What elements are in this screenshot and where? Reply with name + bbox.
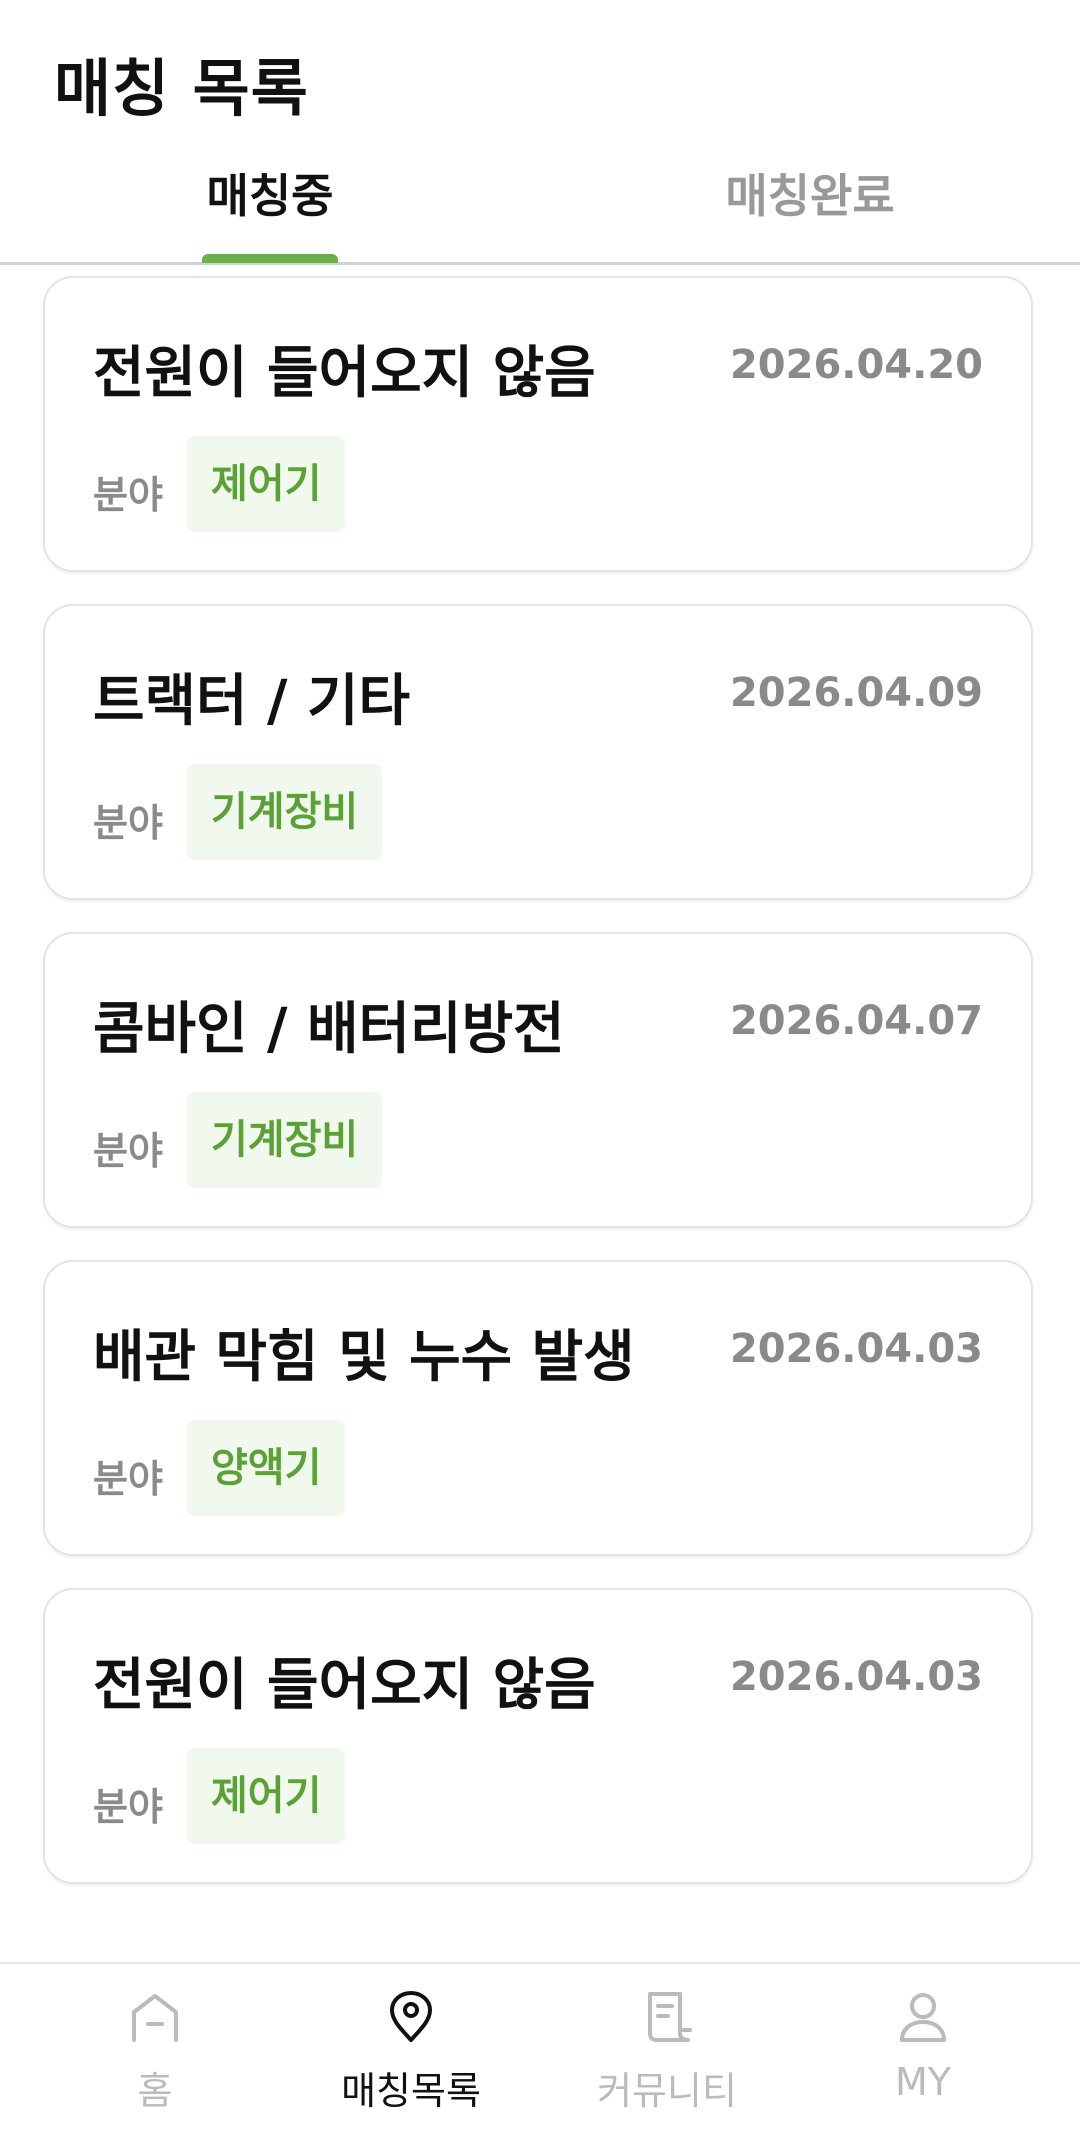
field-label: 분야 xyxy=(93,1457,163,1501)
matching-list: 전원이 들어오지 않음 2026.04.20 분야 제어기 트랙터 / 기타 2… xyxy=(43,276,1037,1916)
card-title: 콤바인 / 배터리방전 xyxy=(93,997,565,1062)
page-title: 매칭 목록 xyxy=(54,52,309,125)
matching-card[interactable]: 전원이 들어오지 않음 2026.04.03 분야 제어기 xyxy=(43,1588,1033,1884)
matching-card[interactable]: 배관 막힘 및 누수 발생 2026.04.03 분야 양액기 xyxy=(43,1260,1033,1556)
field-label: 분야 xyxy=(93,1785,163,1829)
location-pin-icon xyxy=(390,1991,432,2042)
nav-item-home[interactable]: 홈 xyxy=(20,1964,290,2132)
home-icon xyxy=(132,1994,178,2042)
card-title: 전원이 들어오지 않음 xyxy=(93,341,596,406)
nav-item-my[interactable]: MY xyxy=(788,1964,1058,2132)
tab-matching[interactable]: 매칭중 xyxy=(175,160,365,226)
nav-label: 홈 xyxy=(137,2069,173,2113)
field-badge: 기계장비 xyxy=(187,764,383,860)
field-label: 분야 xyxy=(93,801,163,845)
document-icon xyxy=(648,1992,692,2042)
field-badge: 제어기 xyxy=(187,1748,346,1844)
card-title: 배관 막힘 및 누수 발생 xyxy=(93,1325,635,1390)
nav-item-matching-list[interactable]: 매칭목록 xyxy=(276,1964,546,2132)
card-date: 2026.04.07 xyxy=(729,998,983,1044)
active-tab-indicator xyxy=(202,254,338,263)
nav-label: MY xyxy=(895,2060,951,2104)
card-title: 전원이 들어오지 않음 xyxy=(93,1653,596,1718)
card-date: 2026.04.20 xyxy=(729,342,983,388)
nav-label: 커뮤니티 xyxy=(597,2069,737,2113)
matching-card[interactable]: 트랙터 / 기타 2026.04.09 분야 기계장비 xyxy=(43,604,1033,900)
nav-item-community[interactable]: 커뮤니티 xyxy=(532,1964,802,2132)
field-label: 분야 xyxy=(93,473,163,517)
bottom-nav: 홈 매칭목록 커뮤니티 MY xyxy=(0,1962,1080,2132)
card-title: 트랙터 / 기타 xyxy=(93,669,411,734)
field-badge: 양액기 xyxy=(187,1420,346,1516)
field-badge: 제어기 xyxy=(187,436,346,532)
tab-matched-done[interactable]: 매칭완료 xyxy=(690,160,930,226)
matching-card[interactable]: 전원이 들어오지 않음 2026.04.20 분야 제어기 xyxy=(43,276,1033,572)
card-date: 2026.04.03 xyxy=(729,1326,983,1372)
card-date: 2026.04.03 xyxy=(729,1654,983,1700)
tab-bar: 매칭중 매칭완료 xyxy=(0,150,1080,265)
field-label: 분야 xyxy=(93,1129,163,1173)
matching-card[interactable]: 콤바인 / 배터리방전 2026.04.07 분야 기계장비 xyxy=(43,932,1033,1228)
user-icon xyxy=(900,1993,946,2042)
field-badge: 기계장비 xyxy=(187,1092,383,1188)
nav-label: 매칭목록 xyxy=(341,2069,481,2113)
card-date: 2026.04.09 xyxy=(729,670,983,716)
header: 매칭 목록 매칭중 매칭완료 xyxy=(0,0,1080,265)
